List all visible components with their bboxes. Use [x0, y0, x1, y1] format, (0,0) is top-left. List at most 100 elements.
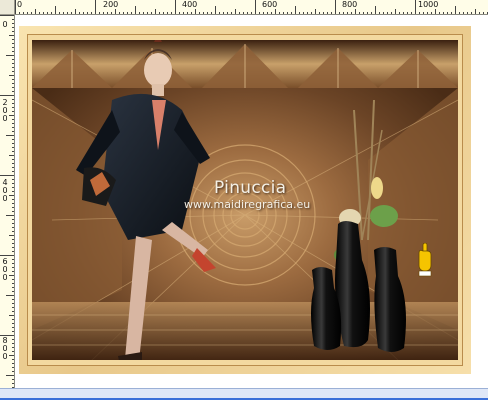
horizontal-scrollbar[interactable]: [0, 388, 488, 400]
ruler-tick: [139, 12, 140, 14]
ruler-tick: [147, 12, 148, 14]
ruler-tick: [19, 12, 20, 14]
ruler-tick: [239, 12, 240, 14]
ruler-tick: [12, 119, 14, 120]
ruler-tick: [12, 287, 14, 288]
ruler-tick: [123, 12, 124, 14]
ruler-tick: [12, 59, 14, 60]
watermark-url: www.maidiregrafica.eu: [184, 198, 311, 211]
ruler-tick: [259, 12, 260, 14]
ruler-tick: [75, 9, 76, 14]
ruler-tick: [83, 12, 84, 14]
ruler-tick: [9, 155, 14, 156]
ruler-tick: [251, 12, 252, 14]
ruler-tick: [12, 147, 14, 148]
ruler-tick: [135, 6, 136, 14]
ruler-tick: [411, 12, 412, 14]
ruler-tick: [12, 371, 14, 372]
ruler-tick: [12, 291, 14, 292]
ruler-tick: [171, 12, 172, 14]
artwork[interactable]: Pinuccia www.maidiregrafica.eu: [32, 40, 458, 360]
ruler-tick: [9, 115, 14, 116]
ruler-tick: [235, 9, 236, 14]
ruler-tick: [335, 0, 336, 14]
ruler-tick: [12, 31, 14, 32]
ruler-tick: [12, 187, 14, 188]
ruler-tick: [163, 12, 164, 14]
ruler-tick: [279, 12, 280, 14]
ruler-tick: [343, 12, 344, 14]
ruler-label: 0: [17, 0, 23, 9]
ruler-tick: [447, 12, 448, 14]
ruler-tick: [131, 12, 132, 14]
ruler-tick: [395, 9, 396, 14]
ruler-tick: [12, 359, 14, 360]
ruler-tick: [9, 75, 14, 76]
ruler-tick: [199, 12, 200, 14]
ruler-tick: [12, 103, 14, 104]
ruler-tick: [12, 319, 14, 320]
ruler-tick: [363, 12, 364, 14]
ruler-tick: [6, 55, 14, 56]
ruler-tick: [347, 12, 348, 14]
ruler-tick: [439, 12, 440, 14]
ruler-tick: [12, 191, 14, 192]
ruler-tick: [219, 12, 220, 14]
ruler-tick: [119, 12, 120, 14]
ruler-tick: [451, 12, 452, 14]
ruler-tick: [355, 9, 356, 14]
ruler-tick: [12, 199, 14, 200]
ruler-tick: [9, 355, 14, 356]
ruler-tick: [291, 12, 292, 14]
ruler-tick: [12, 87, 14, 88]
ruler-tick: [435, 9, 436, 14]
ruler-tick: [12, 167, 14, 168]
ruler-tick: [247, 12, 248, 14]
ruler-tick: [459, 12, 460, 14]
ruler-tick: [155, 9, 156, 14]
ruler-tick: [12, 179, 14, 180]
ruler-tick: [12, 131, 14, 132]
ruler-tick: [12, 343, 14, 344]
ruler-tick: [12, 71, 14, 72]
ruler-tick: [463, 12, 464, 14]
ruler-tick: [12, 327, 14, 328]
ruler-label: 200: [2, 98, 8, 123]
ruler-tick: [299, 12, 300, 14]
ruler-tick: [231, 12, 232, 14]
ruler-tick: [51, 12, 52, 14]
ruler-tick: [12, 379, 14, 380]
ruler-tick: [12, 163, 14, 164]
ruler-tick: [12, 99, 14, 100]
ruler-tick: [12, 123, 14, 124]
ruler-tick: [143, 12, 144, 14]
ruler-tick: [6, 375, 14, 376]
ruler-tick: [15, 0, 16, 14]
ruler-tick: [12, 207, 14, 208]
ruler-tick: [391, 12, 392, 14]
ruler-tick: [179, 12, 180, 14]
ruler-tick: [175, 0, 176, 14]
ruler-tick: [12, 351, 14, 352]
ruler-tick: [311, 12, 312, 14]
ruler-tick: [475, 9, 476, 14]
ruler-tick: [9, 275, 14, 276]
ruler-tick: [271, 12, 272, 14]
ruler-tick: [255, 0, 256, 14]
ruler-tick: [187, 12, 188, 14]
ruler-tick: [12, 367, 14, 368]
ruler-tick: [99, 12, 100, 14]
ruler-tick: [12, 227, 14, 228]
ruler-tick: [12, 203, 14, 204]
ruler-tick: [12, 159, 14, 160]
ruler-tick: [303, 12, 304, 14]
pointing-hand-icon: [418, 243, 432, 277]
ruler-tick: [12, 243, 14, 244]
ruler-tick: [31, 12, 32, 14]
ruler-tick: [443, 12, 444, 14]
ruler-tick: [419, 12, 420, 14]
ruler-tick: [12, 107, 14, 108]
ruler-tick: [327, 12, 328, 14]
ruler-tick: [323, 12, 324, 14]
ruler-tick: [263, 12, 264, 14]
